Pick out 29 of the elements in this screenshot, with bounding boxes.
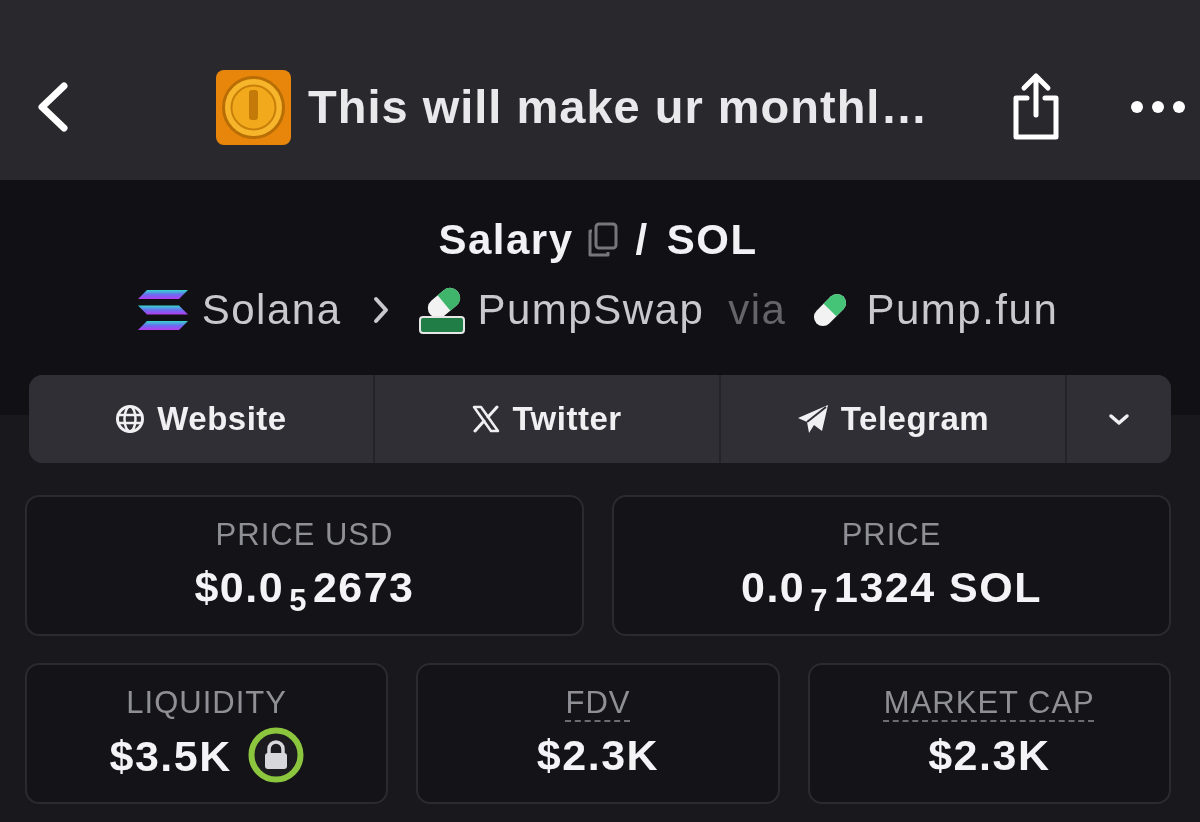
stat-label: LIQUIDITY <box>126 684 287 722</box>
coin-logo-icon <box>216 69 291 145</box>
paper-plane-icon <box>796 404 829 434</box>
stat-value: $0.0$_{5}$2673 <box>194 562 415 613</box>
swap-pill-icon <box>417 285 466 335</box>
chain-name[interactable]: Solana <box>201 285 342 335</box>
back-icon[interactable] <box>36 82 70 132</box>
stat-value: $2.3K <box>928 730 1051 781</box>
chevron-down-icon <box>1108 412 1130 426</box>
website-button[interactable]: Website <box>29 375 375 463</box>
launchpad-name[interactable]: Pump.fun <box>866 285 1059 335</box>
page-title: This will make ur monthl… <box>308 78 929 135</box>
pair-separator: / <box>635 215 649 265</box>
stat-label: PRICE <box>841 516 942 554</box>
x-logo-icon <box>472 405 501 433</box>
dex-name[interactable]: PumpSwap <box>477 285 705 335</box>
stat-value: $3.5K <box>109 731 232 782</box>
stat-value: 0.0$_{7}$1324 SOL <box>741 562 1042 613</box>
token-name: Salary <box>438 215 574 265</box>
quote-token-name: SOL <box>666 215 758 265</box>
stat-label[interactable]: FDV <box>565 683 631 723</box>
stat-value: $2.3K <box>536 730 660 781</box>
via-text: via <box>728 285 787 335</box>
stat-label[interactable]: MARKET CAP <box>883 683 1095 723</box>
chevron-right-icon <box>371 296 390 324</box>
stat-label: PRICE USD <box>215 516 394 554</box>
globe-icon <box>115 404 146 434</box>
solana-logo-icon <box>137 290 188 330</box>
more-icon[interactable] <box>1130 100 1186 114</box>
